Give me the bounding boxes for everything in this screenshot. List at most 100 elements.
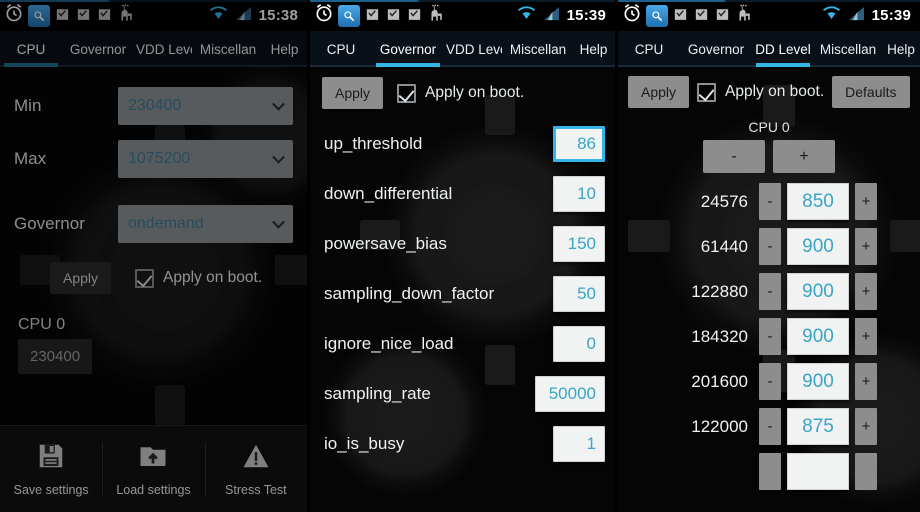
app-tuner-icon [28, 4, 50, 27]
bottom-toolbar: Save settings Load settings Stress Test [0, 425, 307, 512]
decrement-button[interactable]: - [759, 363, 781, 400]
tab-vdd-levels[interactable]: DD Level [752, 31, 814, 67]
checkbox-checked-icon[interactable] [697, 82, 717, 102]
warning-triangle-icon [241, 441, 271, 476]
increment-button[interactable]: + [855, 183, 877, 220]
stress-test-button[interactable]: Stress Test [204, 438, 307, 500]
panel-governor: 15:39 CPU Governor VDD Leve Miscellan He… [310, 0, 615, 512]
increment-button[interactable]: + [855, 363, 877, 400]
governor-value: ondemand [128, 214, 204, 232]
increment-button[interactable] [855, 453, 877, 490]
chevron-down-icon [272, 215, 285, 229]
checkbag-icon [54, 5, 71, 27]
alarm-clock-icon [4, 3, 24, 28]
param-input[interactable]: 1 [553, 426, 605, 462]
param-input[interactable]: 0 [553, 326, 605, 362]
cpu0-current-freq[interactable]: 230400 [18, 339, 93, 374]
cpu0-title: CPU 0 [18, 316, 66, 333]
tab-vdd-levels[interactable]: VDD Leve [134, 31, 194, 67]
param-row: ignore_nice_load 0 [310, 319, 615, 369]
tab-help[interactable]: Help [572, 31, 615, 67]
tab-governor[interactable]: Governor [680, 31, 752, 67]
decrement-button[interactable]: - [759, 318, 781, 355]
save-settings-button[interactable]: Save settings [0, 438, 102, 500]
param-input[interactable]: 10 [553, 176, 605, 212]
decrement-button[interactable] [759, 453, 781, 490]
tab-bar-panel2: CPU Governor VDD Leve Miscellan Help [310, 31, 615, 67]
apply-row-panel3: Apply Apply on boot. Defaults [618, 67, 920, 117]
tab-help[interactable]: Help [262, 31, 307, 67]
apply-button[interactable]: Apply [50, 262, 112, 294]
tab-cpu[interactable]: CPU [0, 31, 62, 67]
vdd-row: 122880 - 900 + [618, 269, 920, 314]
vdd-row: 122000 - 875 + [618, 404, 920, 449]
vdd-row-partial [618, 449, 920, 494]
apply-on-boot-label: Apply on boot. [163, 269, 263, 286]
tab-cpu[interactable]: CPU [618, 31, 680, 67]
checkbag-icon [693, 5, 710, 27]
voltage-input[interactable]: 875 [787, 408, 849, 445]
apply-row-panel1: Apply Apply on boot. [0, 250, 307, 294]
checkbag-icon [385, 5, 402, 27]
apply-button[interactable]: Apply [628, 76, 690, 108]
checkbag-icon [96, 5, 113, 27]
param-input[interactable]: 50000 [535, 376, 605, 412]
tab-active-underline [3, 63, 59, 67]
decrement-button[interactable]: - [759, 273, 781, 310]
checkbox-checked-icon[interactable] [397, 83, 417, 103]
governor-dropdown[interactable]: ondemand [118, 204, 293, 243]
status-top-accent-line [310, 0, 615, 2]
tab-miscellaneous[interactable]: Miscellan [194, 31, 262, 67]
voltage-input[interactable]: 900 [787, 318, 849, 355]
global-decrement-button[interactable]: - [703, 140, 765, 173]
param-input[interactable]: 50 [553, 276, 605, 312]
defaults-button[interactable]: Defaults [832, 76, 910, 108]
tab-governor[interactable]: Governor [372, 31, 444, 67]
increment-button[interactable]: + [855, 408, 877, 445]
signal-icon [235, 6, 252, 26]
tab-help[interactable]: Help [882, 31, 920, 67]
checkbag-icon [364, 5, 381, 27]
apply-button[interactable]: Apply [322, 77, 384, 109]
param-input[interactable]: 86 [553, 126, 605, 162]
increment-button[interactable]: + [855, 273, 877, 310]
checkbox-checked-icon[interactable] [135, 268, 155, 288]
increment-button[interactable]: + [855, 228, 877, 265]
tab-cpu[interactable]: CPU [310, 31, 372, 67]
max-freq-row: Max 1075200 [0, 132, 307, 185]
load-settings-button[interactable]: Load settings [102, 438, 204, 500]
param-row: down_differential 10 [310, 169, 615, 219]
tab-vdd-levels[interactable]: VDD Leve [444, 31, 504, 67]
status-top-accent-line [618, 0, 920, 2]
increment-button[interactable]: + [855, 318, 877, 355]
apply-on-boot-toggle[interactable]: Apply on boot. [697, 82, 825, 102]
param-label: io_is_busy [324, 434, 405, 453]
decrement-button[interactable]: - [759, 408, 781, 445]
load-settings-label: Load settings [116, 483, 191, 497]
vdd-frequency-label: 61440 [700, 236, 748, 256]
max-freq-dropdown[interactable]: 1075200 [118, 139, 293, 178]
apply-on-boot-label: Apply on boot. [725, 83, 825, 100]
apply-on-boot-toggle[interactable]: Apply on boot. [135, 268, 263, 288]
signal-icon [848, 6, 865, 26]
tab-miscellaneous[interactable]: Miscellan [504, 31, 572, 67]
voltage-input[interactable]: 900 [787, 228, 849, 265]
voltage-input[interactable]: 900 [787, 273, 849, 310]
vdd-row: 184320 - 900 + [618, 314, 920, 359]
param-input[interactable]: 150 [553, 226, 605, 262]
voltage-input[interactable]: 900 [787, 363, 849, 400]
decrement-button[interactable]: - [759, 228, 781, 265]
param-label: powersave_bias [324, 234, 447, 253]
stress-test-label: Stress Test [225, 483, 287, 497]
app-tuner-icon [338, 4, 360, 27]
vdd-frequency-label: 24576 [700, 191, 748, 211]
tab-miscellaneous[interactable]: Miscellan [814, 31, 882, 67]
vdd-row: 61440 - 900 + [618, 224, 920, 269]
voltage-input[interactable]: 850 [787, 183, 849, 220]
voltage-input[interactable] [787, 453, 849, 490]
tab-governor[interactable]: Governor [62, 31, 134, 67]
global-increment-button[interactable]: + [773, 140, 835, 173]
min-freq-dropdown[interactable]: 230400 [118, 86, 293, 125]
apply-on-boot-toggle[interactable]: Apply on boot. [397, 83, 524, 103]
decrement-button[interactable]: - [759, 183, 781, 220]
